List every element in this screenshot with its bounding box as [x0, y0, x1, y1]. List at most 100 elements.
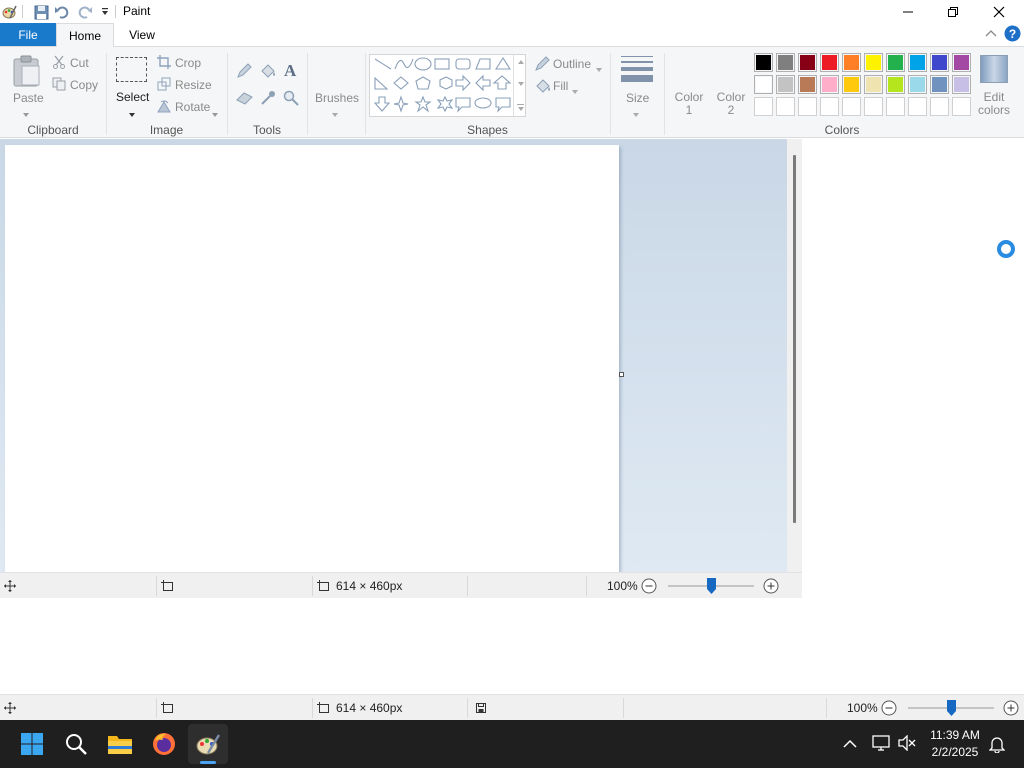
scrollbar-thumb[interactable]: [793, 155, 796, 523]
palette-swatch[interactable]: [754, 53, 773, 72]
palette-swatch[interactable]: [886, 53, 905, 72]
rotate-button[interactable]: Rotate: [175, 100, 210, 114]
show-hidden-icons-icon[interactable]: [843, 738, 857, 752]
clock-date[interactable]: 2/2/2025: [920, 745, 990, 759]
tab-view[interactable]: View: [114, 23, 170, 46]
fill-icon[interactable]: [534, 78, 552, 97]
rotate-dropdown-icon[interactable]: [212, 106, 218, 120]
rotate-icon[interactable]: [157, 99, 171, 116]
cut-button[interactable]: Cut: [70, 56, 89, 70]
palette-swatch[interactable]: [908, 53, 927, 72]
custom-color-slot[interactable]: [798, 97, 817, 116]
outline-button[interactable]: Outline: [553, 57, 591, 71]
palette-swatch[interactable]: [820, 53, 839, 72]
search-icon[interactable]: [56, 724, 96, 764]
zoom-slider-thumb[interactable]: [946, 700, 956, 716]
canvas-resize-handle[interactable]: [619, 372, 624, 377]
eraser-icon[interactable]: [236, 91, 254, 108]
custom-color-slot[interactable]: [754, 97, 773, 116]
palette-swatch[interactable]: [798, 75, 817, 94]
help-icon[interactable]: ?: [1004, 25, 1021, 45]
palette-swatch[interactable]: [754, 75, 773, 94]
customize-quick-access-icon[interactable]: [96, 3, 114, 21]
zoom-in-button[interactable]: [763, 573, 779, 599]
undo-icon[interactable]: [53, 3, 71, 21]
custom-color-slot[interactable]: [820, 97, 839, 116]
outline-dropdown-icon[interactable]: [596, 61, 602, 75]
network-icon[interactable]: [872, 735, 890, 754]
palette-swatch[interactable]: [842, 53, 861, 72]
text-tool-icon[interactable]: A: [284, 61, 296, 81]
edit-colors-button[interactable]: Edit colors: [973, 91, 1015, 117]
brushes-button[interactable]: Brushes: [315, 91, 359, 105]
copy-icon[interactable]: [52, 77, 66, 94]
custom-color-slot[interactable]: [842, 97, 861, 116]
paste-dropdown-icon[interactable]: [23, 106, 29, 120]
custom-color-slot[interactable]: [930, 97, 949, 116]
redo-icon[interactable]: [76, 3, 94, 21]
select-dropdown-icon[interactable]: [129, 106, 135, 120]
copy-button[interactable]: Copy: [70, 78, 98, 92]
notifications-icon[interactable]: [988, 735, 1006, 756]
palette-swatch[interactable]: [864, 75, 883, 94]
palette-swatch[interactable]: [952, 53, 971, 72]
shapes-gallery-icons[interactable]: [370, 55, 527, 118]
magnifier-icon[interactable]: [283, 90, 299, 109]
palette-swatch[interactable]: [908, 75, 927, 94]
custom-color-slot[interactable]: [908, 97, 927, 116]
crop-button[interactable]: Crop: [175, 56, 201, 70]
fill-with-color-icon[interactable]: [259, 63, 277, 82]
paint-taskbar-icon[interactable]: [188, 724, 228, 764]
fill-button[interactable]: Fill: [553, 79, 568, 93]
paint-app-icon[interactable]: [0, 3, 18, 21]
palette-swatch[interactable]: [842, 75, 861, 94]
size-dropdown-icon[interactable]: [633, 106, 639, 120]
pencil-icon[interactable]: [236, 63, 252, 82]
custom-color-slot[interactable]: [776, 97, 795, 116]
clock-time[interactable]: 11:39 AM: [920, 728, 990, 742]
palette-swatch[interactable]: [820, 75, 839, 94]
drawing-canvas[interactable]: [5, 145, 619, 572]
cut-icon[interactable]: [52, 55, 66, 72]
zoom-out-button[interactable]: [641, 573, 657, 599]
zoom-in-button[interactable]: [1003, 695, 1019, 721]
restore-button[interactable]: [930, 0, 976, 23]
brushes-dropdown-icon[interactable]: [332, 106, 338, 120]
select-icon[interactable]: [116, 57, 147, 82]
palette-swatch[interactable]: [886, 75, 905, 94]
palette-swatch[interactable]: [798, 53, 817, 72]
paste-icon[interactable]: [12, 55, 42, 90]
file-explorer-icon[interactable]: [100, 724, 140, 764]
palette-swatch[interactable]: [930, 53, 949, 72]
volume-muted-icon[interactable]: [898, 734, 916, 754]
custom-color-slot[interactable]: [864, 97, 883, 116]
color-2-button[interactable]: Color 2: [712, 91, 750, 117]
crop-icon[interactable]: [157, 55, 171, 72]
firefox-icon[interactable]: [144, 724, 184, 764]
color-1-button[interactable]: Color 1: [670, 91, 708, 117]
palette-swatch[interactable]: [864, 53, 883, 72]
shapes-scrollbar[interactable]: [513, 55, 526, 116]
edit-colors-icon[interactable]: [980, 55, 1008, 86]
minimize-ribbon-icon[interactable]: [985, 28, 997, 42]
custom-color-slot[interactable]: [886, 97, 905, 116]
color-picker-icon[interactable]: [260, 90, 276, 109]
fill-dropdown-icon[interactable]: [572, 83, 578, 97]
tab-file[interactable]: File: [0, 23, 56, 46]
select-button[interactable]: Select: [116, 90, 149, 104]
zoom-slider-thumb[interactable]: [706, 578, 716, 594]
zoom-out-button[interactable]: [881, 695, 897, 721]
size-button[interactable]: Size: [626, 91, 649, 105]
palette-swatch[interactable]: [930, 75, 949, 94]
palette-swatch[interactable]: [952, 75, 971, 94]
size-icon[interactable]: [621, 55, 653, 86]
outline-icon[interactable]: [534, 56, 550, 75]
start-button[interactable]: [12, 724, 52, 764]
paste-button[interactable]: Paste: [13, 91, 44, 105]
vertical-scrollbar[interactable]: [787, 139, 802, 572]
close-button[interactable]: [976, 0, 1022, 23]
custom-color-slot[interactable]: [952, 97, 971, 116]
minimize-button[interactable]: [885, 0, 931, 23]
save-icon[interactable]: [32, 3, 50, 21]
resize-button[interactable]: Resize: [175, 78, 212, 92]
